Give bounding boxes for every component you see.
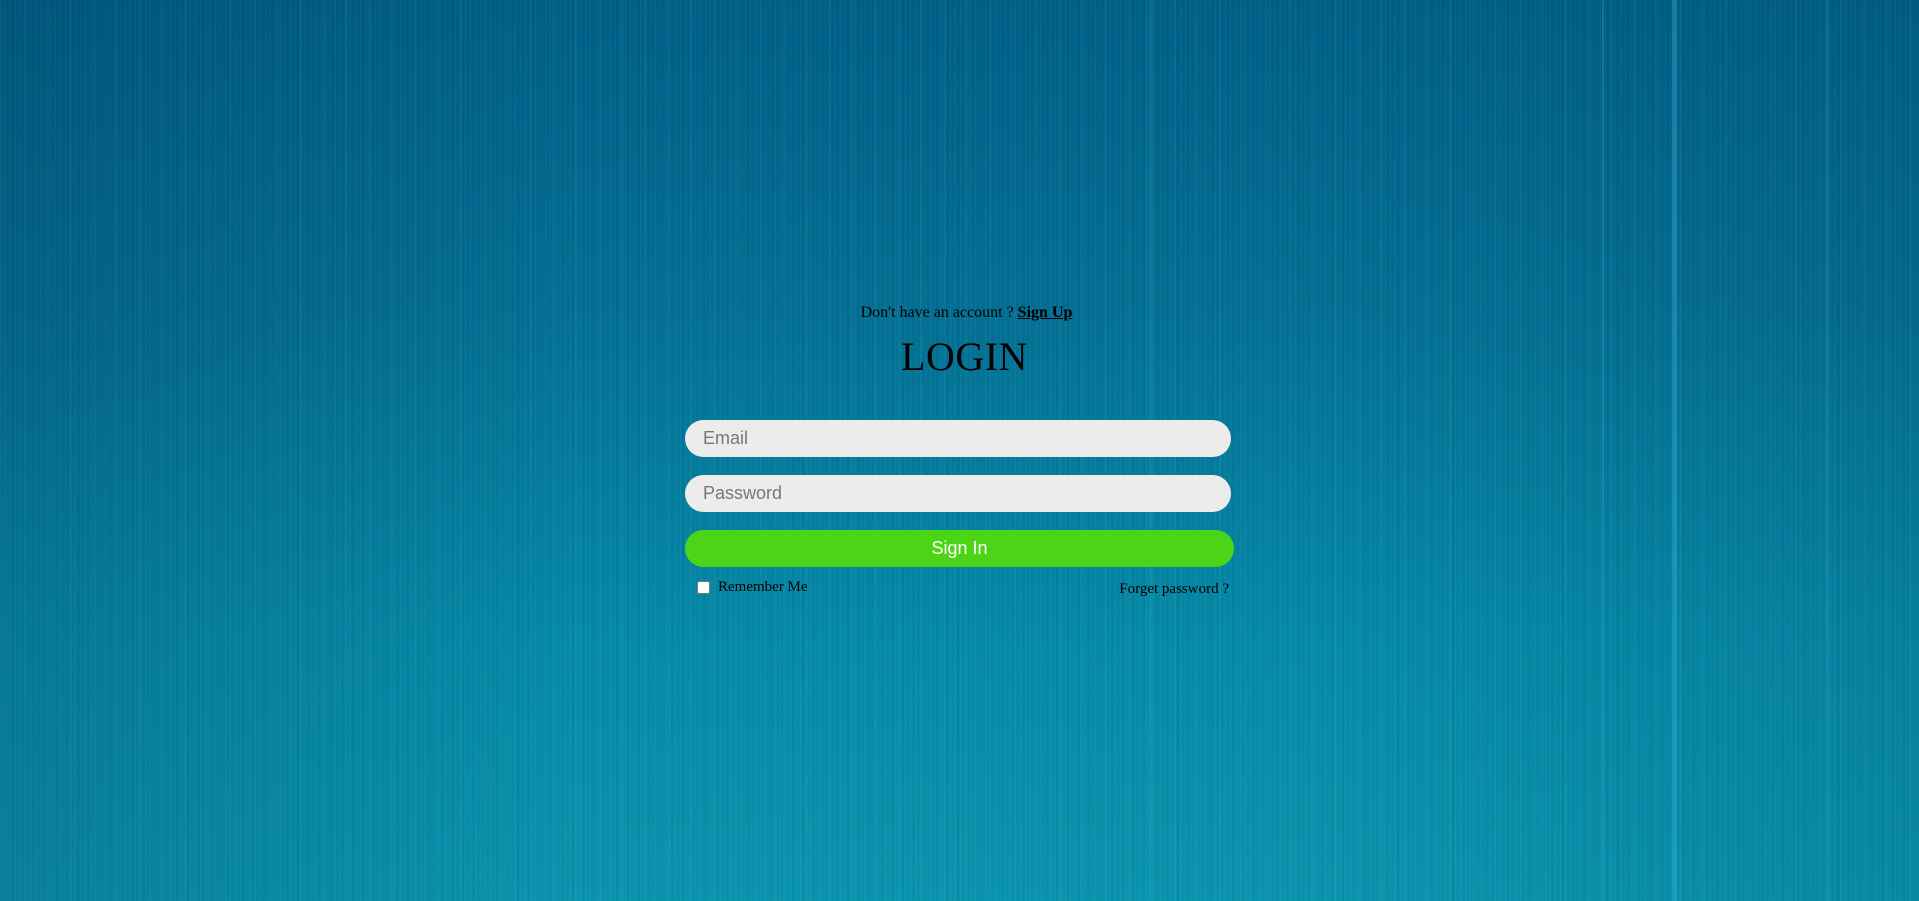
login-options: Remember Me Forget password ? — [685, 579, 1234, 603]
background-streak — [1826, 0, 1829, 901]
background-streak — [1602, 0, 1604, 901]
forgot-password-link[interactable]: Forget password ? — [1119, 579, 1229, 599]
background-streak — [1672, 0, 1677, 901]
signup-link[interactable]: Sign Up — [1018, 304, 1073, 321]
page-title: LOGIN — [901, 334, 1028, 379]
remember-me[interactable]: Remember Me — [697, 579, 808, 596]
email-input[interactable] — [685, 420, 1231, 457]
remember-me-label: Remember Me — [718, 579, 808, 595]
signup-prompt-text: Don't have an account ? — [860, 304, 1014, 321]
signup-prompt: Don't have an account ? Sign Up — [685, 300, 1234, 326]
remember-me-checkbox[interactable] — [697, 581, 710, 594]
login-panel: Don't have an account ? Sign Up LOGIN Si… — [685, 300, 1234, 603]
sign-in-button[interactable]: Sign In — [685, 530, 1234, 567]
password-input[interactable] — [685, 475, 1231, 512]
